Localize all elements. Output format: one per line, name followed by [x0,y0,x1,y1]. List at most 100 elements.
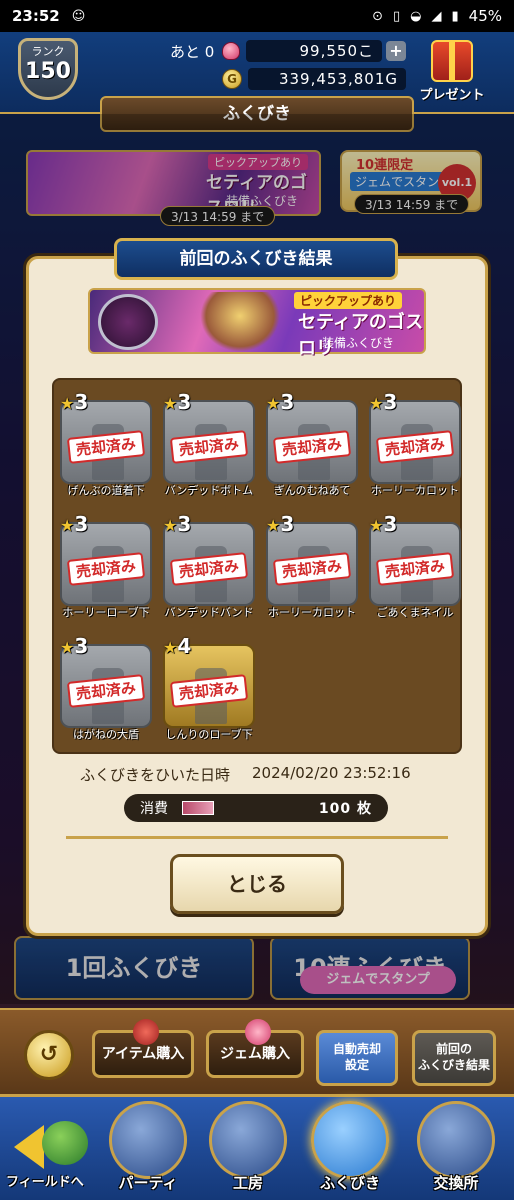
gem-buy-button[interactable]: ジェム購入 [206,1019,304,1078]
item-star-count: 3 [177,512,192,536]
hero-portrait-icon [109,1101,187,1179]
back-arrow-icon: ↺ [39,1042,59,1067]
tree-icon [42,1121,88,1165]
item-star-count: 4 [177,634,192,658]
star-icon: ★ [60,638,75,657]
item-stars: ★3 [60,512,88,536]
vibrate-icon: ▯ [393,8,401,24]
item-name: ホーリーカロット [268,606,356,619]
rank-value: 150 [25,59,71,84]
result-item[interactable]: ★3 売却済み ホーリーローブ下 [60,512,152,624]
item-star-count: 3 [280,390,295,414]
result-item[interactable]: ★3 売却済み ごあくまネイル [369,512,461,624]
signal-icon: ◢ [431,8,442,24]
location-icon: ⊙ [372,8,383,24]
gold-count: 339,453,801G [248,68,406,90]
nav-field[interactable]: フィールドへ [6,1121,94,1195]
star-icon: ★ [60,394,75,413]
ato-label: あと 0 [170,42,215,61]
item-buy-button[interactable]: アイテム購入 [92,1019,194,1078]
nav-fukubiki[interactable]: ふくびき [306,1101,394,1197]
gem-buy-label: ジェム購入 [220,1046,290,1062]
result-item[interactable]: ★3 売却済み ホーリーカロット [266,512,358,624]
nav-workshop[interactable]: 工房 [204,1101,292,1197]
result-item[interactable]: ★3 売却済み ホーリーカロット [369,390,461,502]
star-icon: ★ [163,394,178,413]
nav-exchange[interactable]: 交換所 [412,1101,500,1197]
item-name: げんぶの道着下 [67,484,145,497]
draw-date-label: ふくびきをひいた日時 [80,766,231,784]
item-stars: ★3 [163,390,191,414]
arrow-left-icon [14,1125,44,1169]
notification-icon: ☺ [71,8,86,24]
present-label: プレゼント [419,88,485,103]
star-icon: ★ [369,516,384,535]
star-icon: ★ [163,638,178,657]
draw-date-row: ふくびきをひいた日時 2024/02/20 23:52:16 [80,764,440,785]
status-bar: 23:52 ☺ ⊙ ▯ ◒ ◢ ▮ 45% [0,0,514,32]
result-grid: ★3 売却済み げんぶの道着下 ★3 売却済み バンデッドボトム ★3 売却済み ぎんのむねあて… [52,378,462,754]
item-stars: ★3 [369,512,397,536]
cost-row: 消費 100 枚 [124,794,388,822]
rank-badge[interactable]: ランク 150 [18,38,78,100]
battery-icon: ▮ [451,8,459,24]
draw-date-value: 2024/02/20 23:52:16 [252,764,411,782]
item-star-count: 3 [383,390,398,414]
item-star-count: 3 [177,390,192,414]
item-stars: ★3 [266,390,294,414]
scales-icon [417,1101,495,1179]
result-item[interactable]: ★3 売却済み バンデッドバンド [163,512,255,624]
close-button[interactable]: とじる [170,854,344,914]
hammer-icon [209,1101,287,1179]
gem-icon [245,1019,271,1045]
nav-party[interactable]: パーティ [104,1101,192,1197]
nav-field-label: フィールドへ [6,1175,84,1190]
result-item[interactable]: ★4 売却済み しんりのローブ下 [163,634,255,746]
result-item[interactable]: ★3 売却済み ぎんのむねあて [266,390,358,502]
result-item[interactable]: ★3 売却済み バンデッドボトム [163,390,255,502]
item-stars: ★3 [60,634,88,658]
auto-sell-label-2: 設定 [344,1058,369,1072]
rank-label: ランク [31,45,65,58]
cost-value: 100 枚 [318,801,372,817]
nav-party-label: パーティ [118,1174,178,1192]
gem-row: あと 0 99,550こ + [86,39,406,63]
result-item[interactable]: ★3 売却済み はがねの大盾 [60,634,152,746]
status-time: 23:52 [12,7,60,25]
banner-emblem-icon [98,294,158,350]
dialog-banner-sub: 装備ふくびき [322,336,395,350]
item-name: バンデッドボトム [164,484,254,497]
gift-box-icon [431,40,473,82]
back-button[interactable]: ↺ [24,1030,74,1080]
star-icon: ★ [60,516,75,535]
auto-sell-settings-button[interactable]: 自動売却 設定 [316,1030,398,1086]
item-stars: ★3 [266,512,294,536]
dialog-banner-tag: ピックアップあり [294,292,403,309]
star-icon: ★ [163,516,178,535]
item-star-count: 3 [280,512,295,536]
battery-level: 45% [468,7,502,25]
slime-chest-icon [311,1101,389,1179]
item-buy-label: アイテム購入 [101,1046,185,1062]
cost-label: 消費 [140,801,168,817]
gem-icon [222,42,240,60]
action-bar: ↺ アイテム購入 ジェム購入 自動売却 設定 前回の ふくびき結果 [0,1008,514,1094]
add-gems-button[interactable]: + [386,41,406,61]
item-star-count: 3 [74,512,89,536]
dialog-banner: ピックアップあり セティアのゴスロリ 装備ふくびき [88,288,426,359]
present-button[interactable]: プレゼント [416,40,488,108]
item-name: ぎんのむねあて [273,484,351,497]
auto-sell-label-1: 自動売却 [332,1042,381,1056]
potion-icon [133,1019,159,1045]
gold-row: G 339,453,801G [86,67,406,91]
item-name: バンデッドバンド [164,606,254,619]
prev-result-button[interactable]: 前回の ふくびき結果 [412,1030,496,1086]
item-name: ホーリーカロット [371,484,459,497]
item-name: ホーリーローブ下 [62,606,150,619]
item-name: はがねの大盾 [73,728,139,741]
result-item[interactable]: ★3 売却済み げんぶの道着下 [60,390,152,502]
nav-fukubiki-label: ふくびき [319,1174,380,1192]
item-name: しんりのローブ下 [165,728,253,741]
dialog-title: 前回のふくびき結果 [114,238,398,280]
banner-character-image [200,292,280,352]
